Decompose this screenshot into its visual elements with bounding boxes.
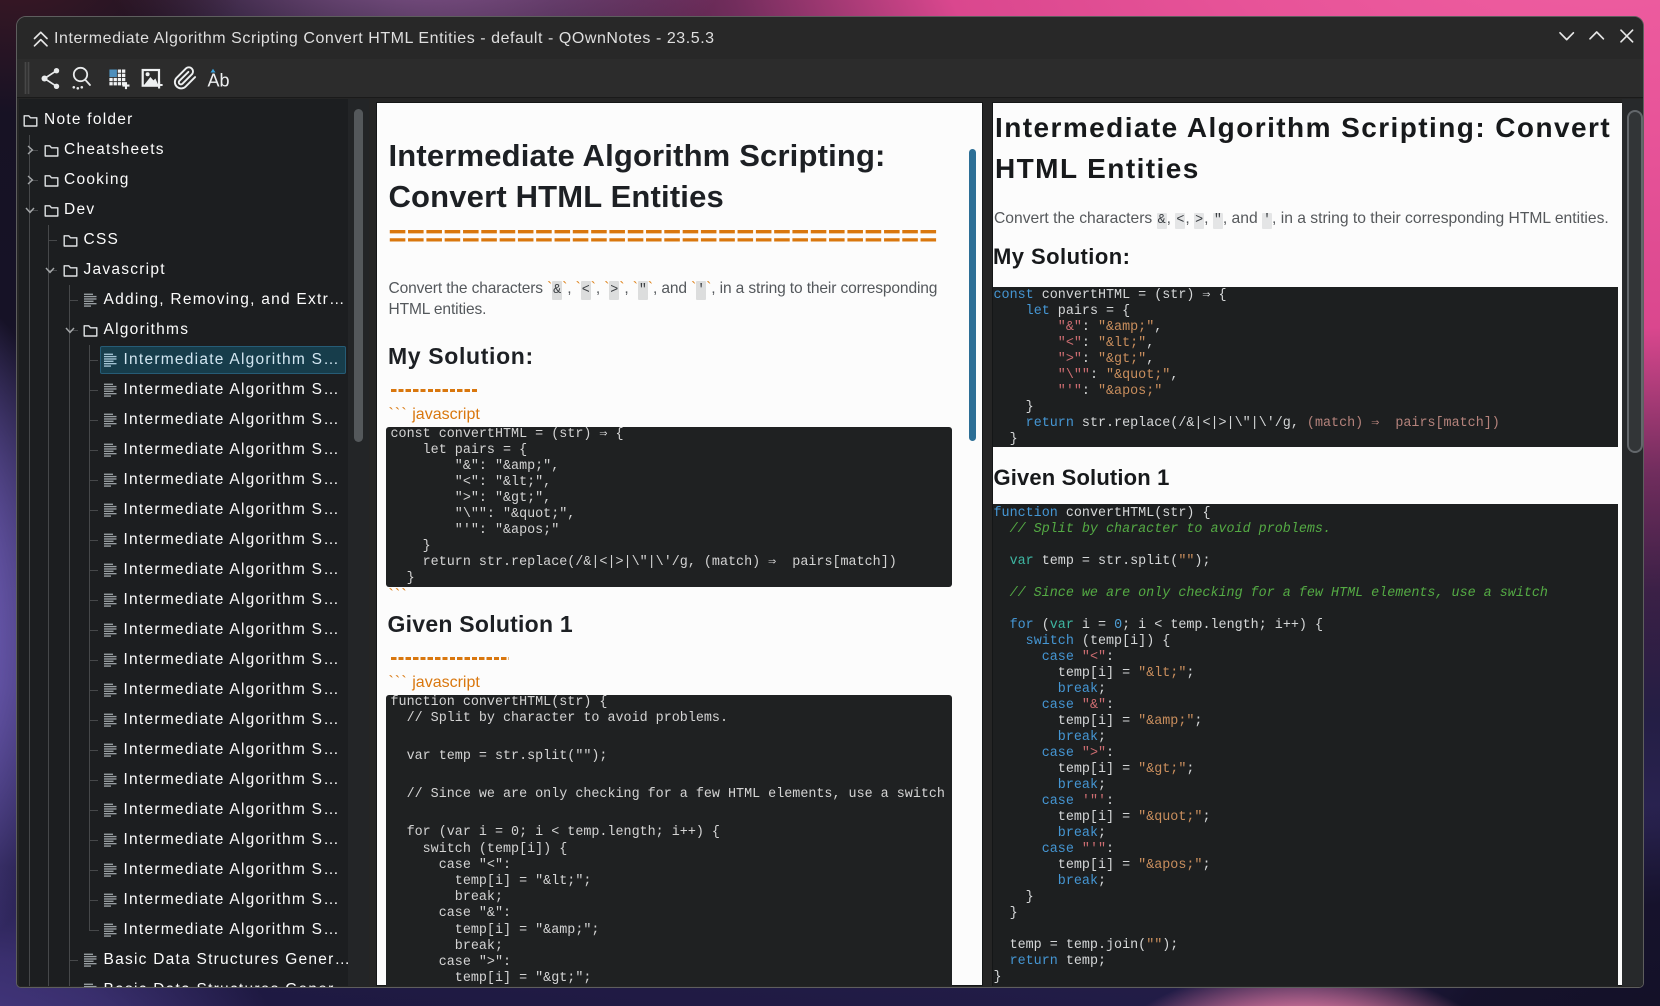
- svg-text:Ab: Ab: [208, 70, 230, 90]
